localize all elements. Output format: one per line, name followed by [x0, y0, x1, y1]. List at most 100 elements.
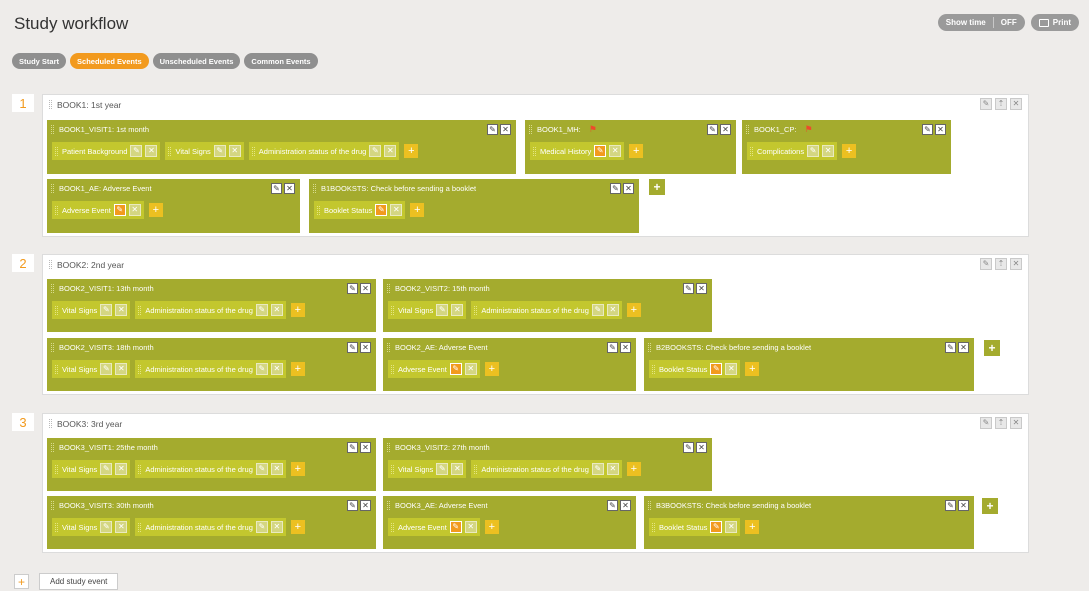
close-icon[interactable]: ✕: [958, 342, 969, 353]
event-form[interactable]: Medical History ✎ ✕: [530, 142, 625, 160]
close-icon[interactable]: ✕: [606, 463, 619, 475]
move-top-icon[interactable]: ⇡: [995, 258, 1007, 270]
event-form[interactable]: Vital Signs ✎ ✕: [388, 301, 467, 319]
event-form[interactable]: Administration status of the drug ✎ ✕: [135, 460, 286, 478]
add-form-icon[interactable]: +: [484, 520, 499, 534]
drag-handle-icon[interactable]: [746, 125, 749, 134]
close-icon[interactable]: ✕: [609, 145, 622, 157]
edit-icon[interactable]: ✎: [213, 145, 226, 157]
drag-handle-icon[interactable]: [51, 125, 54, 134]
close-icon[interactable]: ✕: [270, 463, 283, 475]
close-icon[interactable]: ✕: [1010, 417, 1022, 429]
event-form[interactable]: Vital Signs ✎ ✕: [52, 301, 131, 319]
add-event-button[interactable]: +: [982, 498, 998, 514]
edit-icon[interactable]: ✎: [980, 417, 992, 429]
add-form-icon[interactable]: +: [290, 303, 305, 317]
event-form[interactable]: Adverse Event ✎ ✕: [52, 201, 144, 219]
close-icon[interactable]: ✕: [360, 442, 371, 453]
close-icon[interactable]: ✕: [1010, 258, 1022, 270]
close-icon[interactable]: ✕: [464, 521, 477, 533]
add-form-icon[interactable]: +: [842, 144, 857, 158]
add-form-icon[interactable]: +: [404, 144, 419, 158]
drag-handle-icon[interactable]: [648, 343, 651, 352]
edit-icon[interactable]: ✎: [594, 145, 607, 157]
move-top-icon[interactable]: ⇡: [995, 417, 1007, 429]
close-icon[interactable]: ✕: [451, 463, 464, 475]
drag-handle-icon[interactable]: [387, 443, 390, 452]
drag-handle-icon[interactable]: [387, 343, 390, 352]
close-icon[interactable]: ✕: [696, 283, 707, 294]
drag-handle-icon[interactable]: [529, 125, 532, 134]
close-icon[interactable]: ✕: [115, 304, 128, 316]
edit-icon[interactable]: ✎: [100, 521, 113, 533]
close-icon[interactable]: ✕: [270, 304, 283, 316]
close-icon[interactable]: ✕: [384, 145, 397, 157]
close-icon[interactable]: ✕: [145, 145, 158, 157]
add-form-icon[interactable]: +: [410, 203, 425, 217]
edit-icon[interactable]: ✎: [369, 145, 382, 157]
close-icon[interactable]: ✕: [464, 363, 477, 375]
edit-icon[interactable]: ✎: [487, 124, 498, 135]
close-icon[interactable]: ✕: [128, 204, 141, 216]
edit-icon[interactable]: ✎: [945, 342, 956, 353]
edit-icon[interactable]: ✎: [347, 342, 358, 353]
close-icon[interactable]: ✕: [696, 442, 707, 453]
add-form-icon[interactable]: +: [290, 462, 305, 476]
drag-handle-icon[interactable]: [387, 284, 390, 293]
event-form[interactable]: Vital Signs ✎ ✕: [52, 460, 131, 478]
edit-icon[interactable]: ✎: [255, 463, 268, 475]
edit-icon[interactable]: ✎: [591, 463, 604, 475]
edit-icon[interactable]: ✎: [683, 442, 694, 453]
close-icon[interactable]: ✕: [228, 145, 241, 157]
close-icon[interactable]: ✕: [725, 363, 738, 375]
close-icon[interactable]: ✕: [360, 500, 371, 511]
edit-icon[interactable]: ✎: [375, 204, 388, 216]
event-form[interactable]: Vital Signs ✎ ✕: [52, 360, 131, 378]
edit-icon[interactable]: ✎: [980, 98, 992, 110]
print-button[interactable]: Print: [1030, 14, 1079, 31]
drag-handle-icon[interactable]: [51, 184, 54, 193]
edit-icon[interactable]: ✎: [100, 304, 113, 316]
close-icon[interactable]: ✕: [270, 363, 283, 375]
tab-scheduled-events[interactable]: Scheduled Events: [70, 53, 149, 69]
edit-icon[interactable]: ✎: [449, 363, 462, 375]
edit-icon[interactable]: ✎: [945, 500, 956, 511]
add-form-icon[interactable]: +: [626, 303, 641, 317]
close-icon[interactable]: ✕: [720, 124, 731, 135]
close-icon[interactable]: ✕: [270, 521, 283, 533]
drag-handle-icon[interactable]: [49, 100, 52, 109]
tab-study-start[interactable]: Study Start: [12, 53, 67, 69]
close-icon[interactable]: ✕: [620, 500, 631, 511]
close-icon[interactable]: ✕: [115, 463, 128, 475]
edit-icon[interactable]: ✎: [436, 304, 449, 316]
edit-icon[interactable]: ✎: [607, 342, 618, 353]
edit-icon[interactable]: ✎: [100, 363, 113, 375]
event-form[interactable]: Adverse Event ✎ ✕: [388, 360, 480, 378]
add-event-button[interactable]: +: [649, 179, 665, 195]
close-icon[interactable]: ✕: [1010, 98, 1022, 110]
edit-icon[interactable]: ✎: [347, 500, 358, 511]
event-form[interactable]: Complications ✎ ✕: [747, 142, 838, 160]
edit-icon[interactable]: ✎: [271, 183, 282, 194]
event-form[interactable]: Adverse Event ✎ ✕: [388, 518, 480, 536]
close-icon[interactable]: ✕: [115, 521, 128, 533]
add-study-event-label[interactable]: Add study event: [39, 573, 119, 590]
drag-handle-icon[interactable]: [51, 443, 54, 452]
edit-icon[interactable]: ✎: [807, 145, 820, 157]
event-form[interactable]: Administration status of the drug ✎ ✕: [248, 142, 400, 160]
event-form[interactable]: Booklet Status ✎ ✕: [649, 518, 741, 536]
event-form[interactable]: Booklet Status ✎ ✕: [649, 360, 741, 378]
drag-handle-icon[interactable]: [387, 501, 390, 510]
close-icon[interactable]: ✕: [284, 183, 295, 194]
edit-icon[interactable]: ✎: [255, 521, 268, 533]
close-icon[interactable]: ✕: [958, 500, 969, 511]
drag-handle-icon[interactable]: [51, 343, 54, 352]
close-icon[interactable]: ✕: [360, 342, 371, 353]
event-form[interactable]: Administration status of the drug ✎ ✕: [135, 360, 286, 378]
edit-icon[interactable]: ✎: [130, 145, 143, 157]
edit-icon[interactable]: ✎: [113, 204, 126, 216]
add-form-icon[interactable]: +: [148, 203, 163, 217]
add-form-icon[interactable]: +: [745, 362, 760, 376]
edit-icon[interactable]: ✎: [255, 363, 268, 375]
event-form[interactable]: Administration status of the drug ✎ ✕: [471, 301, 622, 319]
